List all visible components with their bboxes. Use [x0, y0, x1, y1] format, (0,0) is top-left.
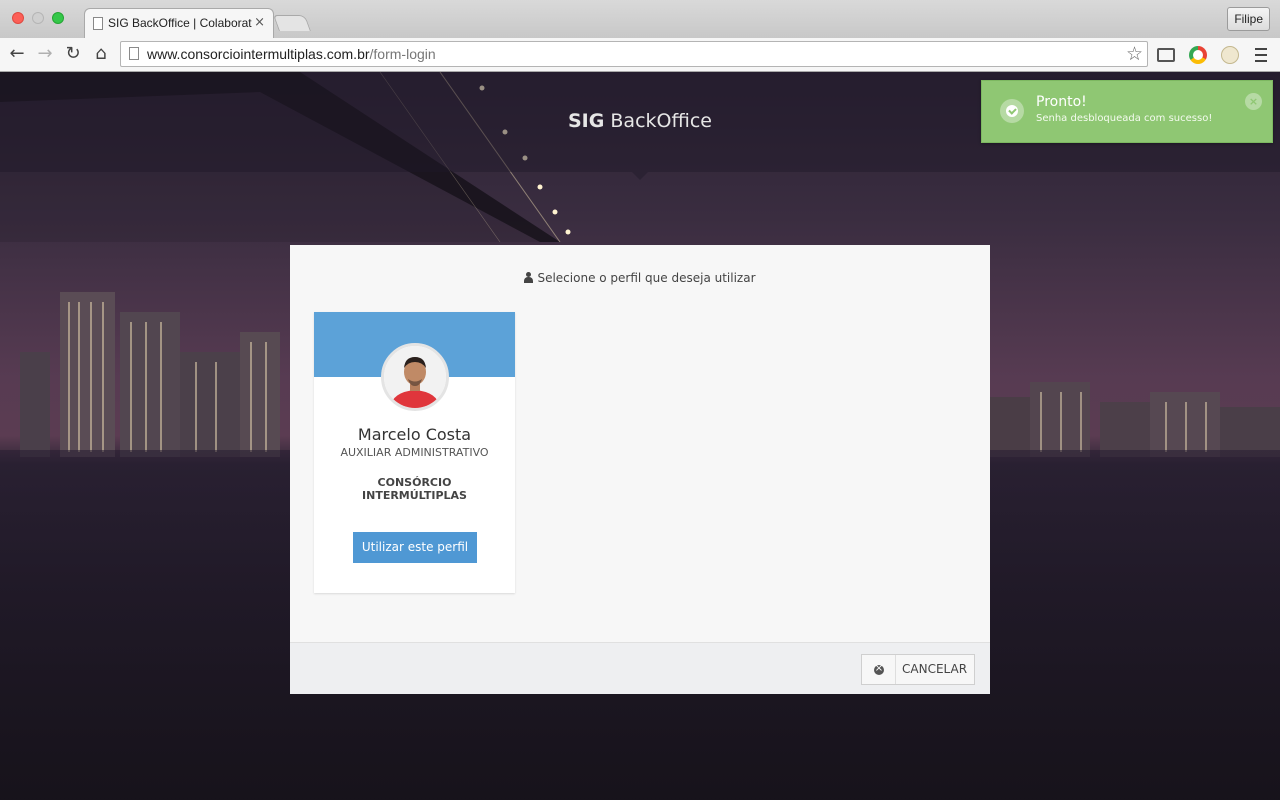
modal-footer: CANCELAR — [290, 642, 990, 694]
browser-tab-active[interactable]: SIG BackOffice | Colaborat × — [84, 8, 274, 38]
user-icon — [524, 272, 534, 283]
new-tab-button[interactable] — [273, 15, 311, 31]
avatar — [381, 343, 449, 411]
avatar-photo — [384, 346, 446, 408]
profile-name: Marcelo Costa — [357, 425, 472, 444]
toast-message: Senha desbloqueada com sucesso! — [1036, 113, 1213, 124]
profile-company: CONSÓRCIO INTERMÚLTIPLAS — [362, 476, 467, 502]
menu-icon[interactable] — [1255, 48, 1267, 62]
profile-role: AUXILIAR ADMINISTRATIVO — [340, 446, 489, 459]
header-caret — [632, 172, 648, 180]
extension-play-icon[interactable] — [1189, 46, 1207, 64]
forward-arrow-icon[interactable]: → — [34, 43, 56, 65]
address-bar[interactable]: www.consorciointermultiplas.com.br/form-… — [120, 41, 1148, 67]
browser-titlebar: SIG BackOffice | Colaborat × Filipe — [0, 0, 1280, 38]
url-text[interactable]: www.consorciointermultiplas.com.br/form-… — [147, 46, 436, 62]
close-circle-icon — [862, 655, 896, 684]
modal-heading: Selecione o perfil que deseja utilizar — [290, 271, 990, 285]
page-icon — [93, 17, 103, 30]
profile-card: Marcelo Costa AUXILIAR ADMINISTRATIVO CO… — [314, 312, 515, 593]
url-path: /form-login — [369, 46, 436, 62]
extension-face-icon[interactable] — [1221, 46, 1239, 64]
check-circle-icon — [1000, 99, 1024, 123]
toast-close-icon[interactable]: × — [1245, 93, 1262, 110]
toast-title: Pronto! — [1036, 94, 1087, 110]
maximize-window-button[interactable] — [52, 12, 64, 24]
reload-icon[interactable]: ↻ — [62, 43, 84, 65]
modal-heading-text: Selecione o perfil que deseja utilizar — [537, 271, 756, 285]
cancel-button[interactable]: CANCELAR — [861, 654, 975, 685]
profile-button[interactable]: Filipe — [1227, 7, 1270, 31]
browser-toolbar: ← → ↻ ⌂ www.consorciointermultiplas.com.… — [0, 38, 1280, 72]
success-toast: Pronto! Senha desbloqueada com sucesso! … — [981, 80, 1273, 143]
back-arrow-icon[interactable]: ← — [6, 43, 28, 65]
minimize-window-button[interactable] — [32, 12, 44, 24]
close-window-button[interactable] — [12, 12, 24, 24]
bookmark-star-icon[interactable]: ☆ — [1126, 43, 1143, 65]
use-profile-button[interactable]: Utilizar este perfil — [353, 532, 477, 563]
url-host: www.consorciointermultiplas.com.br — [147, 46, 370, 62]
city-skyline-right — [990, 382, 1280, 457]
brand-title-rest: BackOffice — [604, 110, 712, 132]
page-info-icon — [129, 47, 139, 60]
brand-title-bold: SIG — [568, 110, 605, 132]
cast-icon[interactable] — [1157, 48, 1175, 62]
home-icon[interactable]: ⌂ — [90, 43, 112, 65]
cancel-button-label: CANCELAR — [902, 662, 968, 676]
city-skyline-left — [20, 292, 280, 457]
tab-close-icon[interactable]: × — [254, 15, 265, 30]
tab-title: SIG BackOffice | Colaborat — [108, 16, 252, 30]
profile-select-modal: Selecione o perfil que deseja utilizar M… — [290, 245, 990, 694]
